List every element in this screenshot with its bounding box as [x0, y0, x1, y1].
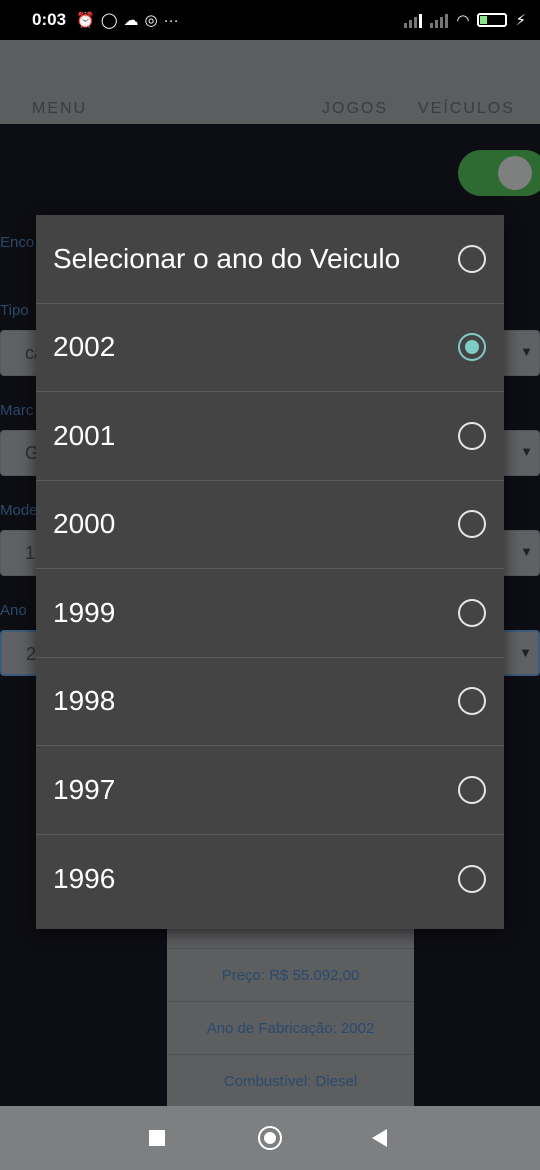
wifi-icon: ◠ — [456, 12, 470, 29]
nav-jogos[interactable]: JOGOS — [322, 100, 388, 118]
label-marca: Marc — [0, 402, 34, 419]
dialog-option-1999[interactable]: 1999 — [36, 569, 504, 658]
dialog-option-2002[interactable]: 2002 — [36, 304, 504, 392]
dialog-option-1997[interactable]: 1997 — [36, 746, 504, 835]
label-modelo: Mode — [0, 502, 38, 519]
radio-checked-icon — [458, 333, 486, 362]
option-label: 1996 — [53, 862, 116, 894]
alarm-icon: ⏰ — [76, 12, 95, 29]
nav-menu[interactable]: MENU — [32, 100, 87, 118]
option-label: 1998 — [53, 685, 116, 717]
option-label: 1997 — [53, 773, 116, 805]
chevron-down-icon: ▼ — [519, 645, 532, 660]
signal-icon-2 — [430, 12, 449, 28]
system-icons: ◠ 26 ⚡ — [404, 11, 526, 29]
system-nav-bar — [0, 1106, 540, 1170]
chevron-down-icon: ▼ — [520, 344, 533, 359]
year-select-dialog: Selecionar o ano do Veiculo 2002 2001 20… — [36, 215, 504, 929]
more-icon: ··· — [163, 11, 179, 29]
chevron-down-icon: ▼ — [520, 444, 533, 459]
radio-unchecked-icon — [458, 598, 486, 627]
info-price: Preço: R$ 55.092,00 — [167, 948, 414, 1001]
charging-icon: ⚡ — [515, 12, 526, 29]
radio-unchecked-icon — [458, 687, 486, 716]
chevron-down-icon: ▼ — [520, 544, 533, 559]
nav-veiculos[interactable]: VEÍCULOS — [418, 100, 515, 118]
info-year: Ano de Fabricação: 2002 — [167, 1001, 414, 1054]
battery-level: 26 — [486, 14, 499, 26]
recents-icon[interactable] — [149, 1130, 165, 1146]
radio-unchecked-icon — [458, 864, 486, 893]
back-icon[interactable] — [372, 1129, 387, 1147]
radio-unchecked-icon — [458, 510, 486, 539]
option-label: 1999 — [53, 596, 116, 628]
info-fuel: Combustível: Diesel — [167, 1054, 414, 1107]
vpn-icon: ◎ — [144, 12, 158, 29]
dialog-option-2000[interactable]: 2000 — [36, 481, 504, 569]
status-bar: 0:03 ⏰ ◯ ☁ ◎ ··· ◠ 26 ⚡ — [0, 0, 540, 40]
label-ano: Ano — [0, 602, 27, 619]
signal-icon — [404, 12, 423, 28]
select-modelo-value: 1 — [25, 543, 36, 563]
dialog-title: Selecionar o ano do Veiculo — [53, 242, 401, 274]
vehicle-info-card: Preço: R$ 55.092,00 Ano de Fabricação: 2… — [167, 928, 414, 1106]
home-icon[interactable] — [258, 1126, 282, 1150]
radio-unchecked-icon — [458, 421, 486, 450]
app-header: MENU JOGOS VEÍCULOS — [0, 40, 540, 126]
notification-icons: ⏰ ◯ ☁ ◎ ··· — [76, 11, 179, 30]
option-label: 2002 — [53, 331, 116, 363]
whatsapp-icon: ◯ — [100, 12, 118, 29]
cloud-icon: ☁ — [123, 12, 139, 29]
radio-unchecked-icon — [458, 775, 486, 804]
theme-toggle[interactable] — [458, 150, 540, 196]
label-tipo: Tipo — [0, 302, 29, 319]
radio-unchecked-icon — [458, 244, 486, 273]
dialog-option-1996[interactable]: 1996 — [36, 835, 504, 924]
battery-icon: 26 — [477, 13, 508, 27]
label-encontre: Enco — [0, 234, 35, 251]
option-label: 2000 — [53, 508, 116, 540]
option-label: 2001 — [53, 419, 116, 451]
toggle-knob — [498, 156, 532, 190]
status-time: 0:03 — [32, 10, 67, 29]
dialog-option-placeholder[interactable]: Selecionar o ano do Veiculo — [36, 215, 504, 304]
dialog-option-2001[interactable]: 2001 — [36, 392, 504, 481]
dialog-option-1998[interactable]: 1998 — [36, 658, 504, 746]
